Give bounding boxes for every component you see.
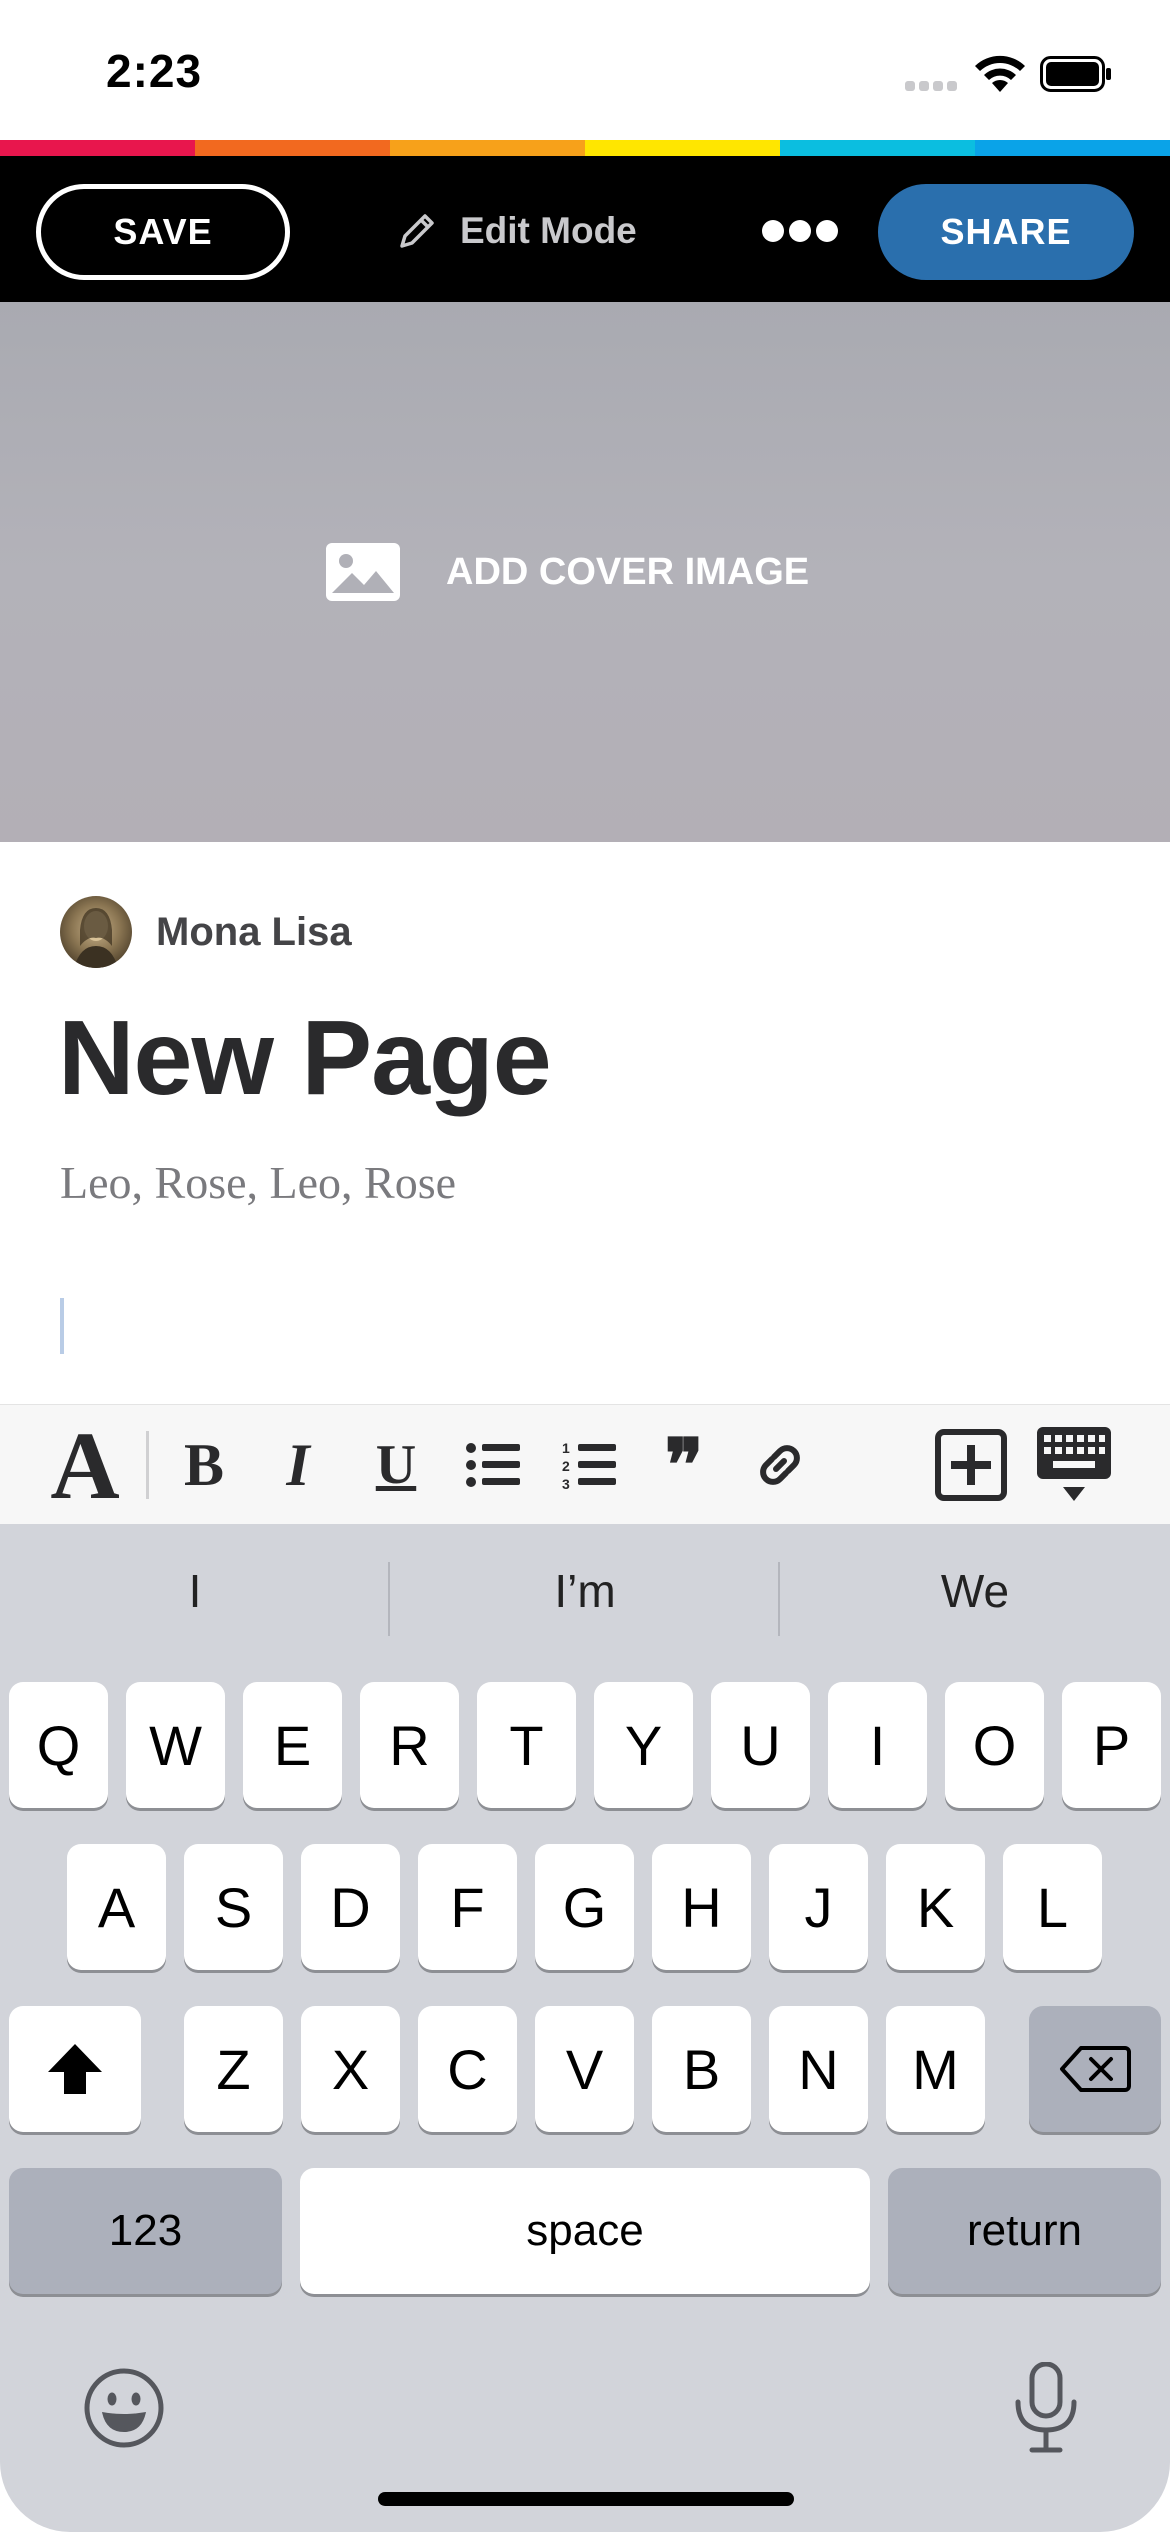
key-j[interactable]: J (769, 1844, 868, 1970)
shift-key[interactable] (9, 2006, 141, 2132)
quote-icon[interactable]: ❞ (652, 1405, 716, 1525)
bold-icon[interactable]: B (172, 1405, 236, 1525)
suggestion-item[interactable]: I’m (390, 1564, 780, 1618)
status-bar: 2:23 (0, 0, 1170, 140)
key-i[interactable]: I (828, 1682, 927, 1808)
predictive-text-bar: I I’m We (0, 1524, 1170, 1674)
key-u[interactable]: U (711, 1682, 810, 1808)
more-options-button[interactable] (762, 216, 838, 246)
key-v[interactable]: V (535, 2006, 634, 2132)
link-icon[interactable] (748, 1405, 812, 1525)
numbered-list-glyph: 1 2 3 (562, 1440, 616, 1490)
hide-keyboard-icon[interactable] (1034, 1405, 1114, 1525)
edit-mode-toggle[interactable]: Edit Mode (396, 206, 637, 256)
add-cover-image-label: ADD COVER IMAGE (446, 550, 810, 593)
status-time: 2:23 (106, 45, 203, 97)
dot (762, 220, 784, 242)
stripe-segment (0, 140, 195, 156)
portrait-image (74, 908, 118, 968)
delete-icon (1060, 2046, 1131, 2092)
key-q[interactable]: Q (9, 1682, 108, 1808)
toolbar-divider (146, 1431, 149, 1499)
key-l[interactable]: L (1003, 1844, 1102, 1970)
key-p[interactable]: P (1062, 1682, 1161, 1808)
key-r[interactable]: R (360, 1682, 459, 1808)
author-name: Mona Lisa (156, 909, 352, 954)
page-subtitle[interactable]: Leo, Rose, Leo, Rose (60, 1156, 456, 1209)
suggestion-item[interactable]: I (0, 1564, 390, 1618)
avatar (60, 896, 132, 968)
key-a[interactable]: A (67, 1844, 166, 1970)
key-m[interactable]: M (886, 2006, 985, 2132)
key-h[interactable]: H (652, 1844, 751, 1970)
svg-text:2: 2 (562, 1458, 570, 1474)
key-z[interactable]: Z (184, 2006, 283, 2132)
wifi-icon (975, 55, 1025, 92)
stripe-segment (975, 140, 1170, 156)
dot (789, 220, 811, 242)
editor-toolbar: SAVE Edit Mode SHARE (0, 156, 1170, 302)
key-w[interactable]: W (126, 1682, 225, 1808)
shift-arrow-icon (48, 2044, 102, 2094)
key-c[interactable]: C (418, 2006, 517, 2132)
pencil-icon (400, 214, 434, 248)
key-d[interactable]: D (301, 1844, 400, 1970)
share-button[interactable]: SHARE (878, 184, 1134, 280)
insert-block-icon[interactable] (934, 1405, 1008, 1525)
return-key[interactable]: return (888, 2168, 1161, 2294)
italic-icon[interactable]: I (266, 1405, 330, 1525)
stripe-segment (585, 140, 780, 156)
dot (816, 220, 838, 242)
key-b[interactable]: B (652, 2006, 751, 2132)
stripe-segment (195, 140, 390, 156)
bulleted-list-icon[interactable] (460, 1405, 526, 1525)
text-cursor (60, 1298, 64, 1354)
space-key[interactable]: space (300, 2168, 870, 2294)
key-k[interactable]: K (886, 1844, 985, 1970)
page-title[interactable]: New Page (58, 998, 552, 1119)
microphone-icon[interactable] (1008, 2362, 1084, 2454)
numbers-key[interactable]: 123 (9, 2168, 282, 2294)
underline-icon[interactable]: U (364, 1405, 428, 1525)
stripe-segment (780, 140, 975, 156)
key-g[interactable]: G (535, 1844, 634, 1970)
key-e[interactable]: E (243, 1682, 342, 1808)
home-indicator[interactable] (378, 2492, 794, 2506)
bulleted-list-glyph (466, 1443, 520, 1487)
image-icon (326, 543, 400, 601)
battery-icon (1040, 56, 1111, 92)
key-f[interactable]: F (418, 1844, 517, 1970)
suggestion-item[interactable]: We (780, 1564, 1170, 1618)
stripe-segment (390, 140, 585, 156)
plus-box-glyph (935, 1429, 1007, 1501)
keyboard-glyph (1037, 1427, 1111, 1501)
svg-text:3: 3 (562, 1476, 570, 1490)
link-glyph (760, 1445, 800, 1485)
key-o[interactable]: O (945, 1682, 1044, 1808)
system-keyboard: I I’m We Q W E R T Y U I O P A S D F G H… (0, 1524, 1170, 2532)
cover-image-area[interactable]: ADD COVER IMAGE (0, 302, 1170, 842)
cellular-signal-icon (905, 78, 961, 92)
backspace-key[interactable] (1029, 2006, 1161, 2132)
emoji-icon[interactable] (82, 2366, 166, 2450)
text-style-icon[interactable]: A (40, 1405, 130, 1525)
key-y[interactable]: Y (594, 1682, 693, 1808)
author-row: Mona Lisa (60, 896, 352, 968)
add-cover-image-button[interactable]: ADD COVER IMAGE (326, 542, 809, 602)
formatting-toolbar: A B I U 1 2 3 ❞ (0, 1404, 1170, 1524)
brand-color-stripe (0, 140, 1170, 156)
edit-mode-label: Edit Mode (460, 210, 637, 251)
key-t[interactable]: T (477, 1682, 576, 1808)
svg-text:1: 1 (562, 1440, 570, 1456)
save-button[interactable]: SAVE (36, 184, 290, 280)
key-n[interactable]: N (769, 2006, 868, 2132)
key-x[interactable]: X (301, 2006, 400, 2132)
numbered-list-icon[interactable]: 1 2 3 (556, 1405, 622, 1525)
key-s[interactable]: S (184, 1844, 283, 1970)
